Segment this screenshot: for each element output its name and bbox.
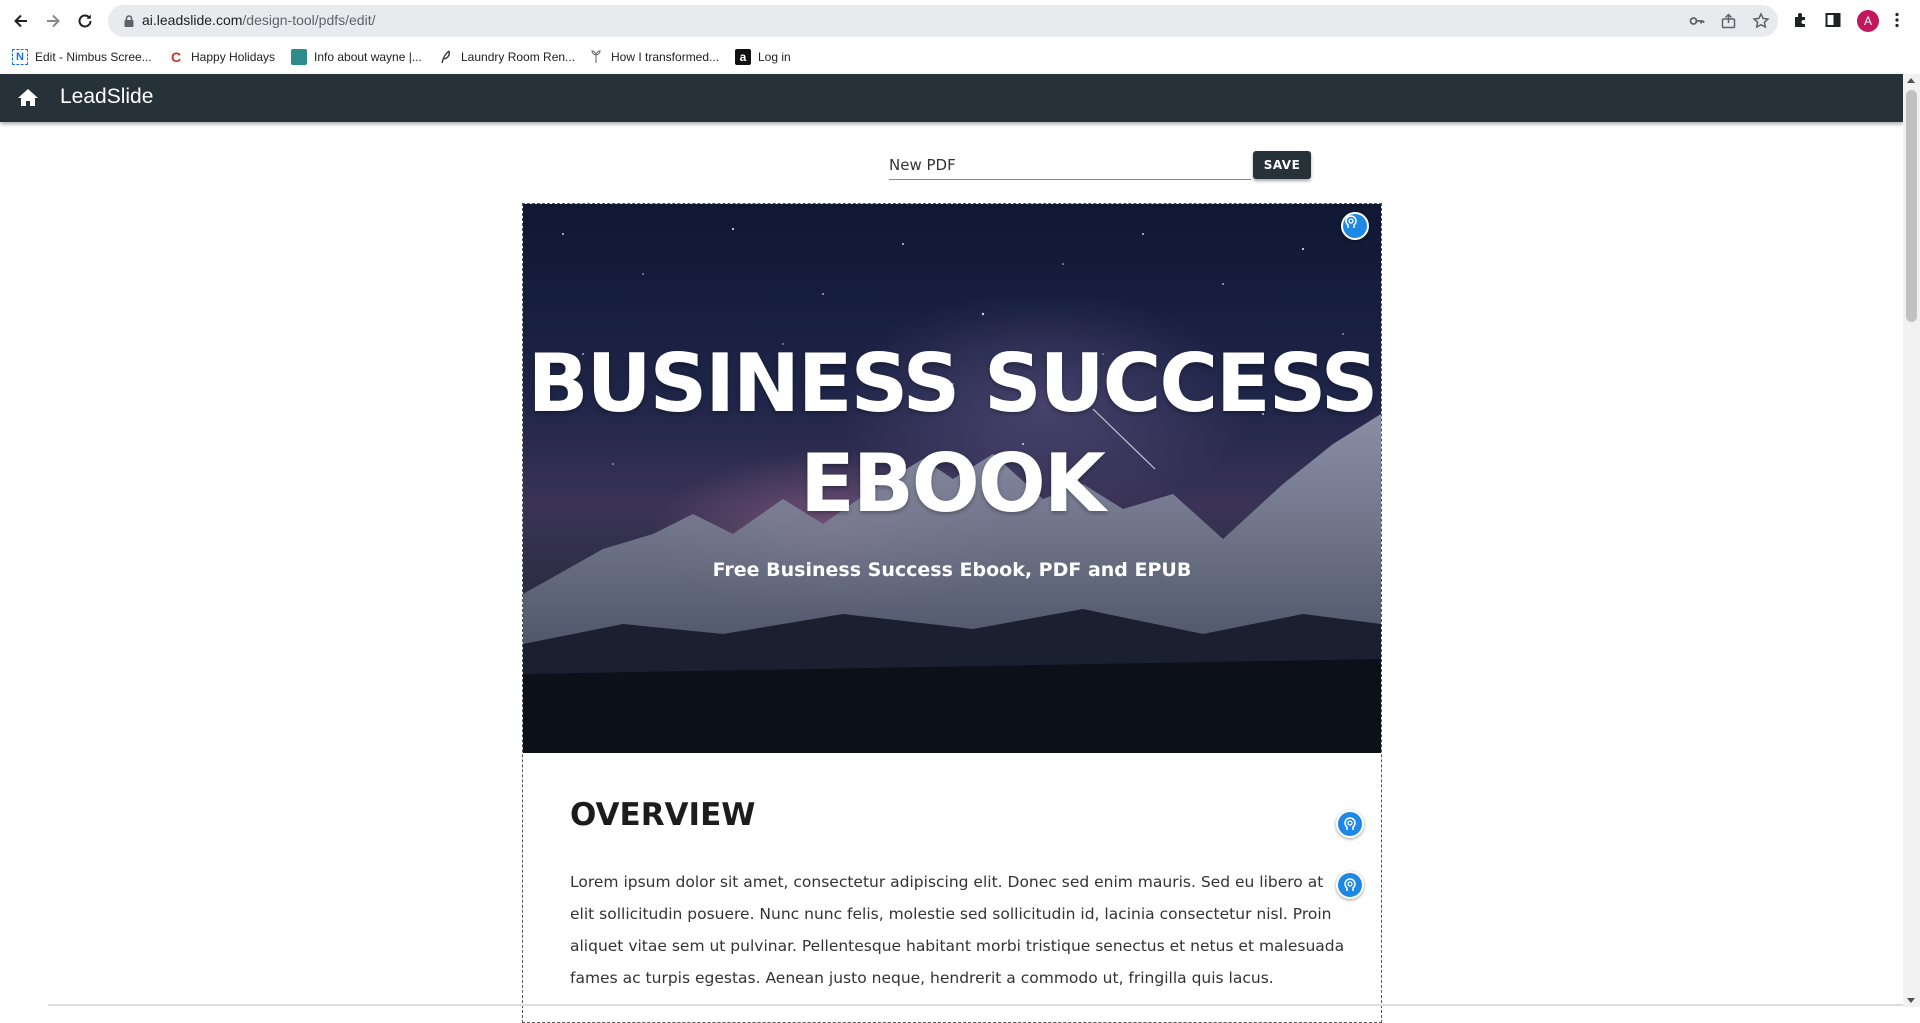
app-brand[interactable]: LeadSlide xyxy=(60,85,153,109)
extensions-icon[interactable] xyxy=(1790,9,1812,31)
bookmark-label: Edit - Nimbus Scree... xyxy=(35,50,152,64)
bookmark-info-wayne[interactable]: Info about wayne |... xyxy=(291,47,422,67)
bookmark-happy-holidays[interactable]: C Happy Holidays xyxy=(168,47,275,67)
arrow-left-icon xyxy=(14,14,27,28)
brain-icon xyxy=(1344,817,1356,830)
star-icon[interactable] xyxy=(1752,12,1770,30)
bookmark-log-in[interactable]: a Log in xyxy=(735,47,791,67)
profile-avatar[interactable]: A xyxy=(1857,10,1879,32)
bookmark-label: Happy Holidays xyxy=(191,50,276,64)
lock-icon xyxy=(124,15,134,27)
amazon-icon: a xyxy=(735,49,751,65)
page-scrollbar[interactable] xyxy=(1903,74,1920,1007)
leaf-icon xyxy=(438,49,454,65)
kebab-menu-icon[interactable] xyxy=(1886,9,1908,31)
hero-section[interactable]: BUSINESS SUCCESS EBOOK Free Business Suc… xyxy=(523,204,1381,753)
bookmark-label: How I transformed... xyxy=(611,50,720,64)
url-domain: ai.leadslide.com xyxy=(142,12,243,28)
edit-body-button[interactable] xyxy=(1336,871,1364,899)
pdf-canvas: BUSINESS SUCCESS EBOOK Free Business Suc… xyxy=(522,203,1382,1023)
site-icon xyxy=(291,49,307,65)
scroll-down-icon[interactable] xyxy=(1907,998,1915,1003)
bottom-divider xyxy=(48,1004,1903,1006)
section-title[interactable]: OVERVIEW xyxy=(570,797,755,833)
reload-button[interactable] xyxy=(73,9,97,33)
scroll-up-icon[interactable] xyxy=(1907,78,1915,83)
save-button[interactable]: SAVE xyxy=(1253,151,1311,179)
side-panel-icon[interactable] xyxy=(1822,9,1844,31)
brain-icon xyxy=(1344,878,1356,891)
brain-icon xyxy=(1345,215,1357,228)
bookmark-how-i-transformed[interactable]: How I transformed... xyxy=(588,47,719,67)
hero-subtitle[interactable]: Free Business Success Ebook, PDF and EPU… xyxy=(523,559,1381,581)
plant-icon xyxy=(588,49,604,65)
scrollbar-thumb[interactable] xyxy=(1906,90,1917,322)
arrow-right-icon xyxy=(47,14,60,28)
browser-toolbar: ai.leadslide.com/design-tool/pdfs/edit/ … xyxy=(0,0,1920,42)
bookmark-label: Log in xyxy=(758,50,791,64)
bookmark-label: Laundry Room Ren... xyxy=(461,50,576,64)
edit-title-button[interactable] xyxy=(1336,810,1364,838)
bookmark-label: Info about wayne |... xyxy=(314,50,422,64)
hero-title[interactable]: BUSINESS SUCCESS EBOOK xyxy=(523,334,1381,534)
url-path: /design-tool/pdfs/edit/ xyxy=(242,12,376,28)
c-logo-icon: C xyxy=(170,49,182,65)
app-navbar: LeadSlide xyxy=(0,74,1903,122)
bookmark-laundry-room[interactable]: Laundry Room Ren... xyxy=(438,47,575,67)
nimbus-icon: N xyxy=(12,49,28,65)
pdf-name-input[interactable] xyxy=(889,150,1251,180)
bookmark-nimbus[interactable]: N Edit - Nimbus Scree... xyxy=(12,47,152,67)
share-icon[interactable] xyxy=(1720,12,1738,30)
forward-button[interactable] xyxy=(41,9,65,33)
bookmarks-bar: N Edit - Nimbus Scree... C Happy Holiday… xyxy=(0,42,1920,72)
edit-element-button[interactable] xyxy=(1341,212,1369,240)
home-icon[interactable] xyxy=(16,86,40,110)
reload-icon xyxy=(78,14,92,28)
address-bar[interactable]: ai.leadslide.com/design-tool/pdfs/edit/ xyxy=(108,5,1778,37)
section-body[interactable]: Lorem ipsum dolor sit amet, consectetur … xyxy=(570,866,1345,994)
back-button[interactable] xyxy=(9,9,33,33)
url-text: ai.leadslide.com/design-tool/pdfs/edit/ xyxy=(142,12,375,28)
key-icon[interactable] xyxy=(1688,12,1706,30)
